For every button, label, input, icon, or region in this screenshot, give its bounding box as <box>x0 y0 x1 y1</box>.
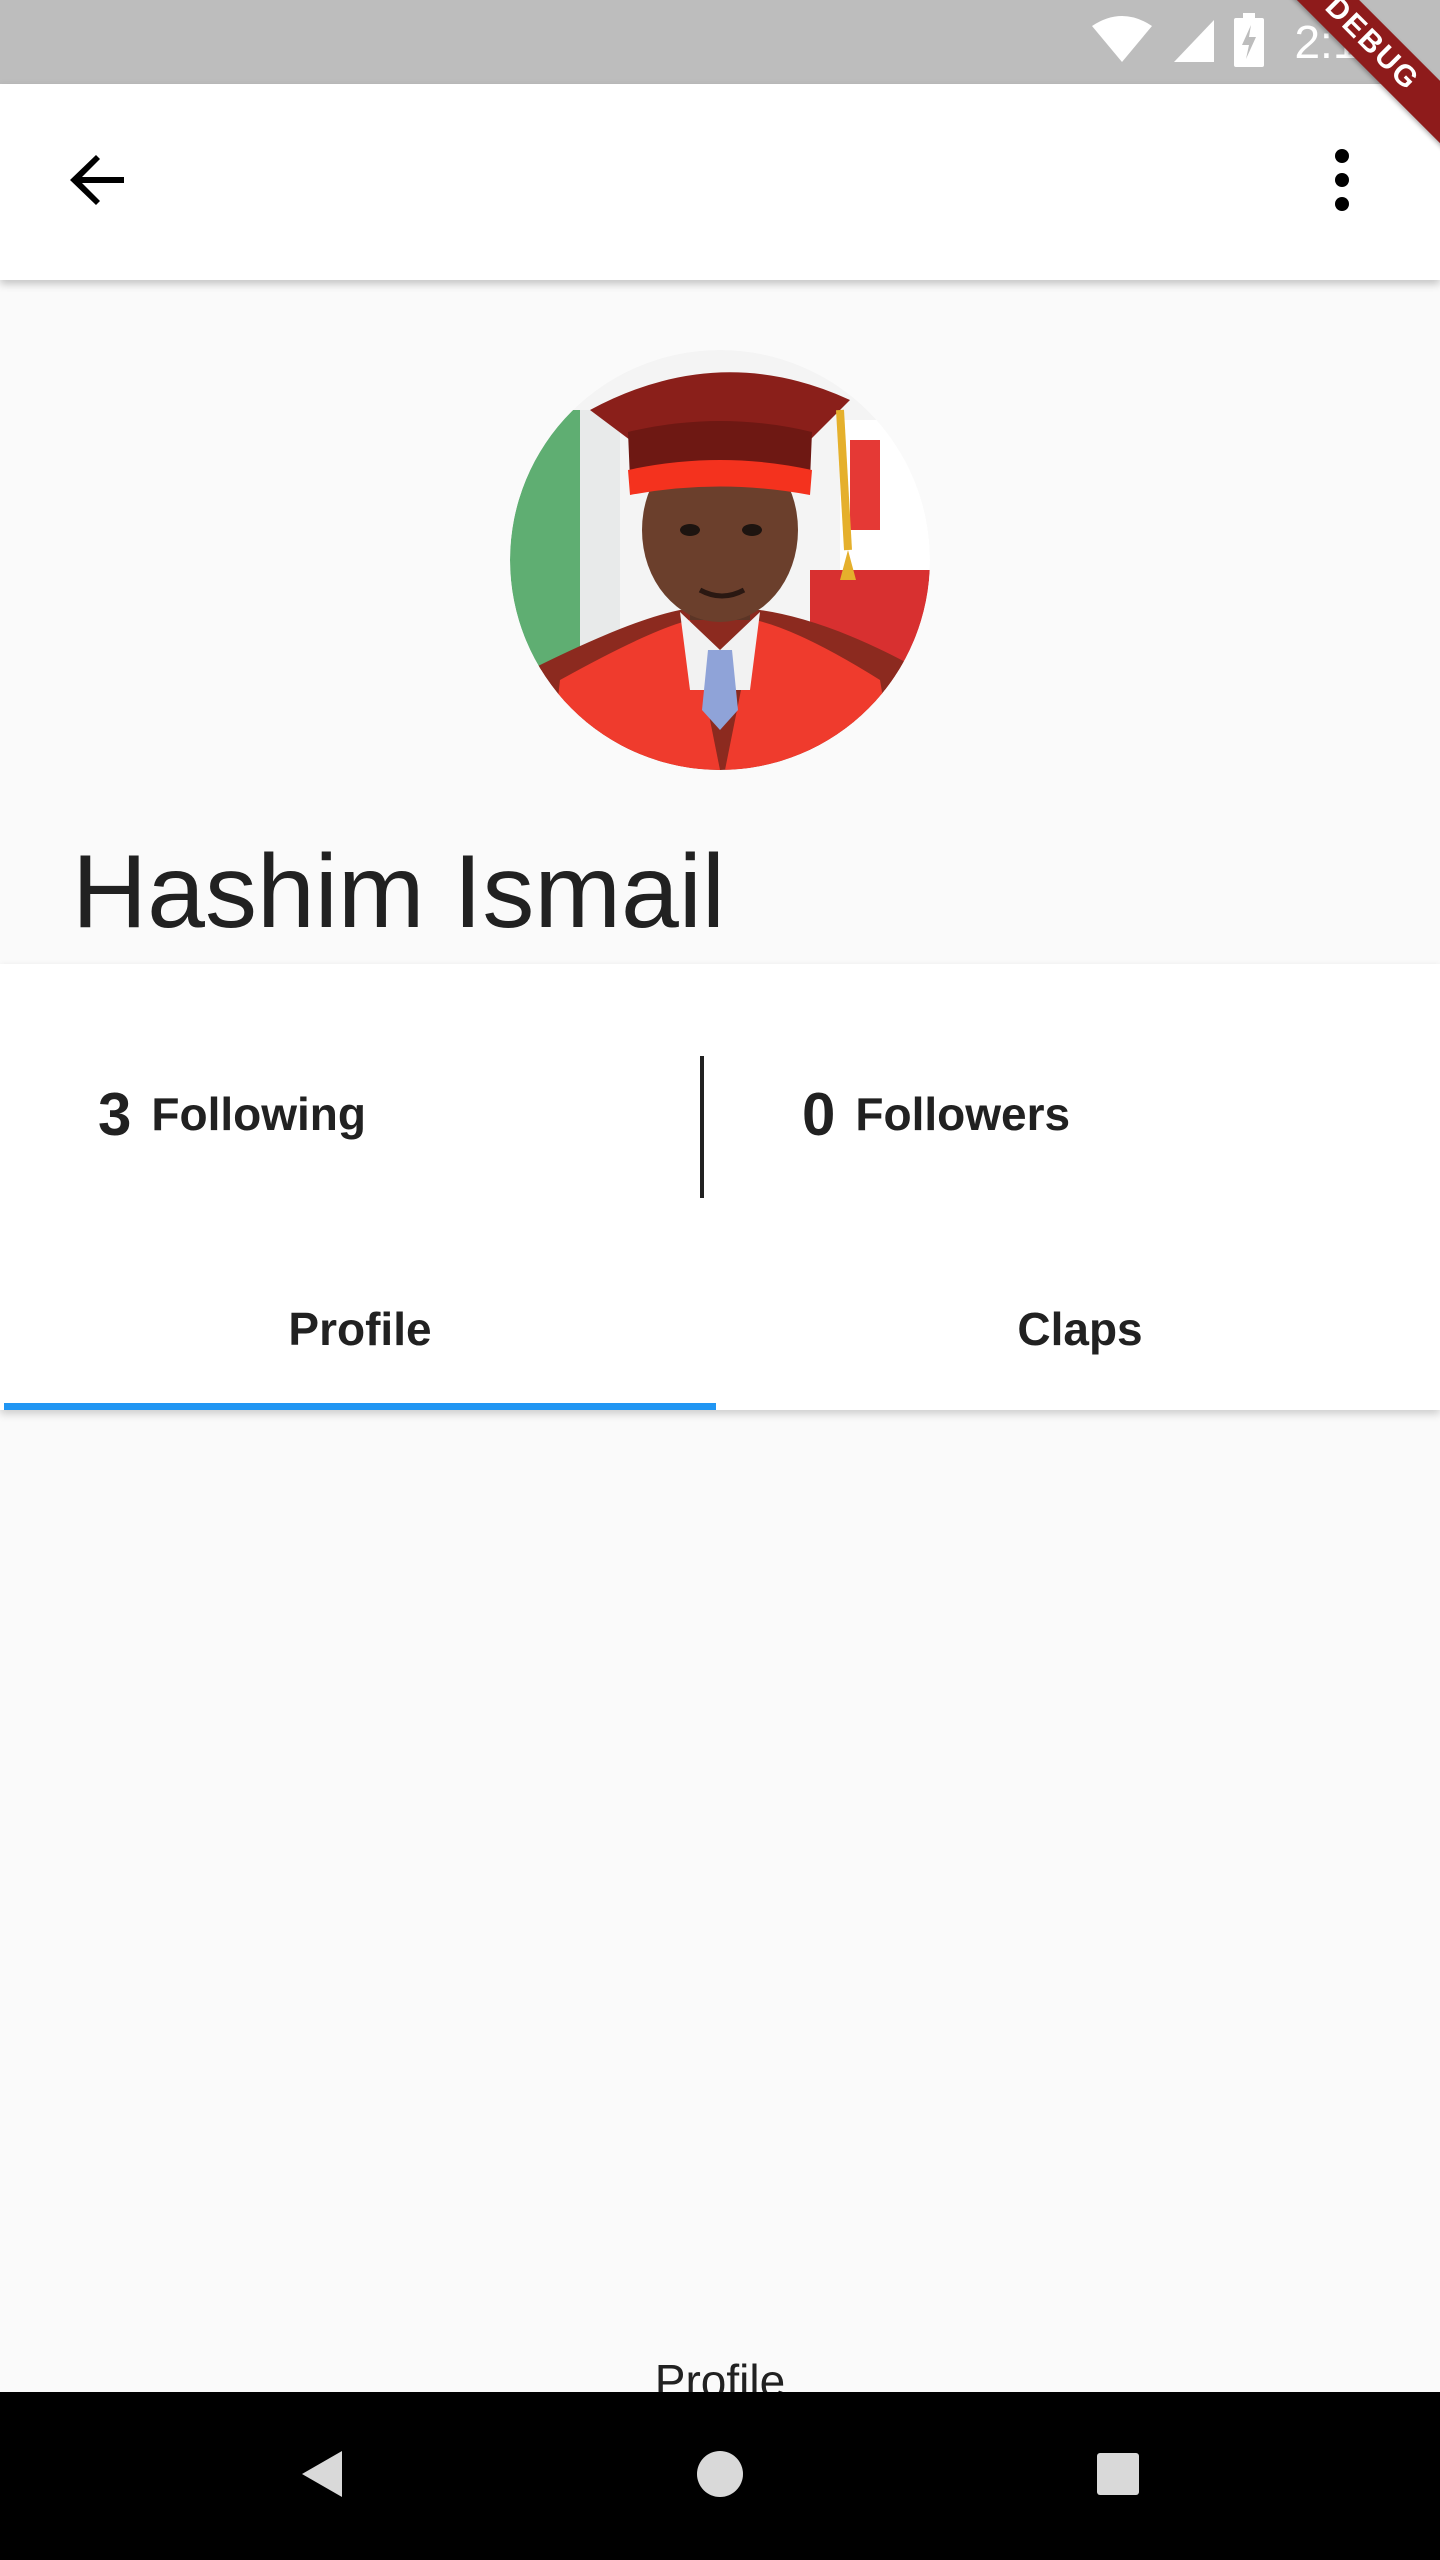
avatar[interactable] <box>510 350 930 770</box>
nav-back-icon <box>300 2449 344 2504</box>
stats-card: 3 Following 0 Followers Profile Claps <box>0 964 1440 1410</box>
tab-bar: Profile Claps <box>0 1264 1440 1410</box>
back-button[interactable] <box>40 124 156 240</box>
tab-content: Profile <box>0 1410 1440 2392</box>
cell-signal-icon <box>1172 16 1216 69</box>
nav-back-button[interactable] <box>272 2426 372 2526</box>
more-options-button[interactable] <box>1284 124 1400 240</box>
following-label: Following <box>151 1088 366 1140</box>
more-vert-icon <box>1330 148 1354 217</box>
nav-home-icon <box>696 2450 744 2503</box>
followers-count: 0 <box>802 1080 836 1148</box>
profile-header: Hashim Ismail <box>0 280 1440 964</box>
tab-claps-label: Claps <box>1017 1303 1143 1355</box>
tab-indicator <box>4 1403 716 1410</box>
stats-divider <box>700 1056 704 1198</box>
following-stat[interactable]: 3 Following <box>98 964 366 1264</box>
system-nav-bar <box>0 2392 1440 2560</box>
following-count: 3 <box>98 1080 132 1148</box>
tab-content-label: Profile <box>654 2355 786 2392</box>
followers-stat[interactable]: 0 Followers <box>802 964 1070 1264</box>
arrow-back-icon <box>66 148 130 217</box>
status-bar: 2:15 DEBUG <box>0 0 1440 152</box>
tab-profile-label: Profile <box>288 1303 432 1355</box>
app-bar <box>0 84 1440 280</box>
followers-label: Followers <box>855 1088 1071 1140</box>
nav-home-button[interactable] <box>670 2426 770 2526</box>
wifi-icon <box>1090 15 1154 69</box>
profile-name: Hashim Ismail <box>72 834 725 950</box>
nav-recents-button[interactable] <box>1068 2426 1168 2526</box>
nav-recents-icon <box>1096 2452 1140 2501</box>
tab-profile[interactable]: Profile <box>0 1264 720 1410</box>
tab-claps[interactable]: Claps <box>720 1264 1440 1410</box>
battery-charging-icon <box>1234 12 1265 72</box>
